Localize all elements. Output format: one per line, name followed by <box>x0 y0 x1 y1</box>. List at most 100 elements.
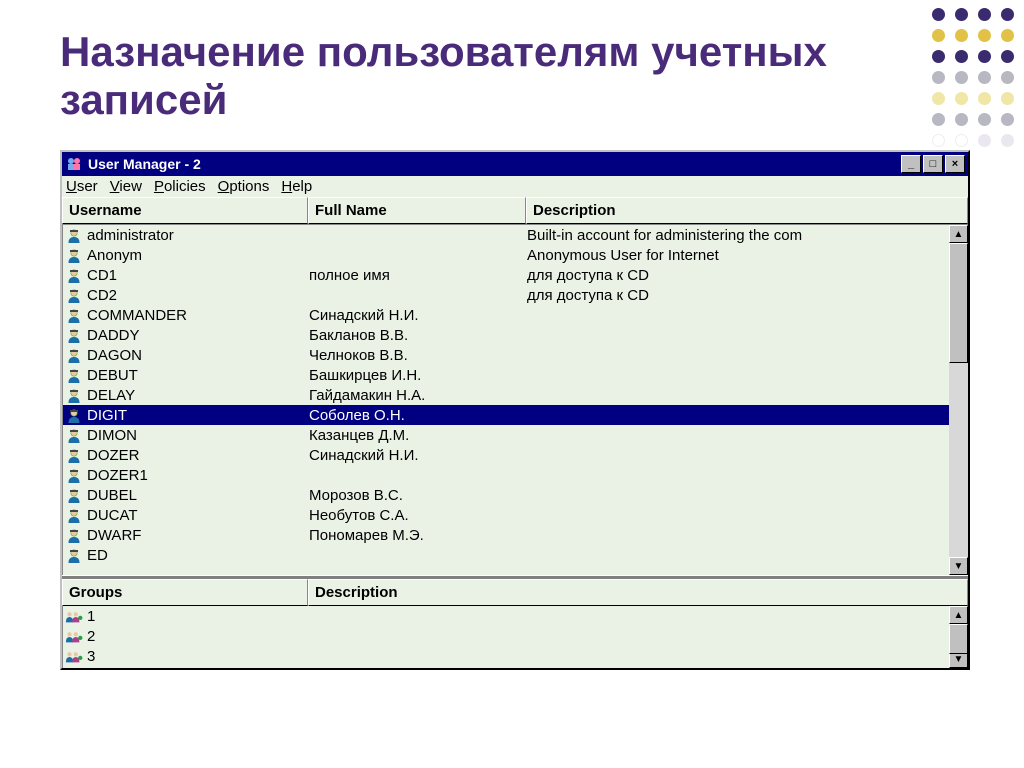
slide-decoration <box>932 8 1014 155</box>
group-list[interactable]: 1 2 3 ▲ ▼ <box>62 606 968 668</box>
user-list[interactable]: administrator Built-in account for admini… <box>62 225 968 575</box>
user-row[interactable]: DIGITСоболев О.Н. <box>63 405 949 425</box>
group-icon <box>63 608 85 625</box>
user-row[interactable]: COMMANDERСинадский Н.И. <box>63 305 949 325</box>
user-icon <box>63 366 85 383</box>
minimize-button[interactable]: _ <box>901 155 921 173</box>
cell-username: DADDY <box>85 327 309 344</box>
cell-username: DAGON <box>85 347 309 364</box>
user-row[interactable]: administrator Built-in account for admini… <box>63 225 949 245</box>
scroll-up-icon[interactable]: ▲ <box>949 225 968 243</box>
cell-fullname: Соболев О.Н. <box>309 407 527 424</box>
menu-help[interactable]: Help <box>281 178 312 195</box>
scroll-up-icon[interactable]: ▲ <box>949 606 968 624</box>
cell-fullname: Казанцев Д.М. <box>309 427 527 444</box>
cell-description: для доступа к CD <box>527 287 949 304</box>
group-column-headers: Groups Description <box>62 579 968 606</box>
cell-username: DUCAT <box>85 507 309 524</box>
cell-fullname: Челноков В.В. <box>309 347 527 364</box>
group-scrollbar[interactable]: ▲ ▼ <box>949 606 968 668</box>
cell-username: DIGIT <box>85 407 309 424</box>
user-row[interactable]: DEBUTБашкирцев И.Н. <box>63 365 949 385</box>
cell-username: DIMON <box>85 427 309 444</box>
cell-fullname: Морозов В.С. <box>309 487 527 504</box>
close-button[interactable]: × <box>945 155 965 173</box>
window-title: User Manager - 2 <box>88 156 899 172</box>
user-icon <box>63 546 85 563</box>
col-description[interactable]: Description <box>526 197 968 224</box>
cell-username: DELAY <box>85 387 309 404</box>
scroll-down-icon[interactable]: ▼ <box>949 557 968 575</box>
user-icon <box>63 306 85 323</box>
cell-username: ED <box>85 547 309 564</box>
maximize-button[interactable]: □ <box>923 155 943 173</box>
user-icon <box>63 506 85 523</box>
col-fullname[interactable]: Full Name <box>308 197 526 224</box>
group-row[interactable]: 1 <box>63 606 949 626</box>
user-icon <box>63 426 85 443</box>
col-username[interactable]: Username <box>62 197 308 224</box>
col-groups[interactable]: Groups <box>62 579 308 606</box>
user-icon <box>63 406 85 423</box>
user-row[interactable]: Anonym Anonymous User for Internet <box>63 245 949 265</box>
user-row[interactable]: DWARFПономарев М.Э. <box>63 525 949 545</box>
cell-description: для доступа к CD <box>527 267 949 284</box>
scroll-thumb[interactable] <box>949 243 968 363</box>
user-scrollbar[interactable]: ▲ ▼ <box>949 225 968 575</box>
cell-username: COMMANDER <box>85 307 309 324</box>
app-icon <box>65 155 83 173</box>
group-icon <box>63 648 85 665</box>
menu-options[interactable]: Options <box>218 178 270 195</box>
user-row[interactable]: CD2 для доступа к CD <box>63 285 949 305</box>
user-row[interactable]: CD1полное имядля доступа к CD <box>63 265 949 285</box>
user-row[interactable]: DELAYГайдамакин Н.А. <box>63 385 949 405</box>
user-icon <box>63 246 85 263</box>
cell-fullname: Бакланов В.В. <box>309 327 527 344</box>
menu-policies[interactable]: Policies <box>154 178 206 195</box>
user-row[interactable]: DOZER1 <box>63 465 949 485</box>
user-icon <box>63 326 85 343</box>
user-row[interactable]: DUBELМорозов В.С. <box>63 485 949 505</box>
cell-username: DWARF <box>85 527 309 544</box>
cell-username: Anonym <box>85 247 309 264</box>
cell-username: CD2 <box>85 287 309 304</box>
cell-username: DOZER1 <box>85 467 309 484</box>
user-row[interactable]: ED <box>63 545 949 565</box>
cell-group-name: 3 <box>85 648 95 665</box>
user-icon <box>63 526 85 543</box>
user-row[interactable]: DADDYБакланов В.В. <box>63 325 949 345</box>
user-row[interactable]: DOZERСинадский Н.И. <box>63 445 949 465</box>
group-icon <box>63 628 85 645</box>
group-row[interactable]: 2 <box>63 626 949 646</box>
user-manager-window: User Manager - 2 _ □ × User View Policie… <box>60 150 970 670</box>
user-icon <box>63 446 85 463</box>
cell-group-name: 1 <box>85 608 95 625</box>
user-icon <box>63 466 85 483</box>
cell-username: DOZER <box>85 447 309 464</box>
cell-fullname: Синадский Н.И. <box>309 447 527 464</box>
group-row[interactable]: 3 <box>63 646 949 666</box>
cell-description: Built-in account for administering the c… <box>527 227 949 244</box>
menu-user[interactable]: User <box>66 178 98 195</box>
cell-username: CD1 <box>85 267 309 284</box>
user-row[interactable]: DUCATНеобутов С.А. <box>63 505 949 525</box>
user-row[interactable]: DIMONКазанцев Д.М. <box>63 425 949 445</box>
cell-fullname: Необутов С.А. <box>309 507 527 524</box>
user-icon <box>63 226 85 243</box>
cell-group-name: 2 <box>85 628 95 645</box>
user-column-headers: Username Full Name Description <box>62 197 968 225</box>
menu-view[interactable]: View <box>110 178 142 195</box>
user-icon <box>63 346 85 363</box>
scroll-thumb[interactable] <box>949 624 968 654</box>
col-group-description[interactable]: Description <box>308 579 968 606</box>
cell-fullname: полное имя <box>309 267 527 284</box>
user-row[interactable]: DAGONЧелноков В.В. <box>63 345 949 365</box>
user-icon <box>63 486 85 503</box>
cell-fullname: Башкирцев И.Н. <box>309 367 527 384</box>
cell-username: DUBEL <box>85 487 309 504</box>
menubar: User View Policies Options Help <box>62 176 968 197</box>
cell-description: Anonymous User for Internet <box>527 247 949 264</box>
titlebar[interactable]: User Manager - 2 _ □ × <box>62 152 968 176</box>
cell-fullname: Гайдамакин Н.А. <box>309 387 527 404</box>
cell-username: administrator <box>85 227 309 244</box>
